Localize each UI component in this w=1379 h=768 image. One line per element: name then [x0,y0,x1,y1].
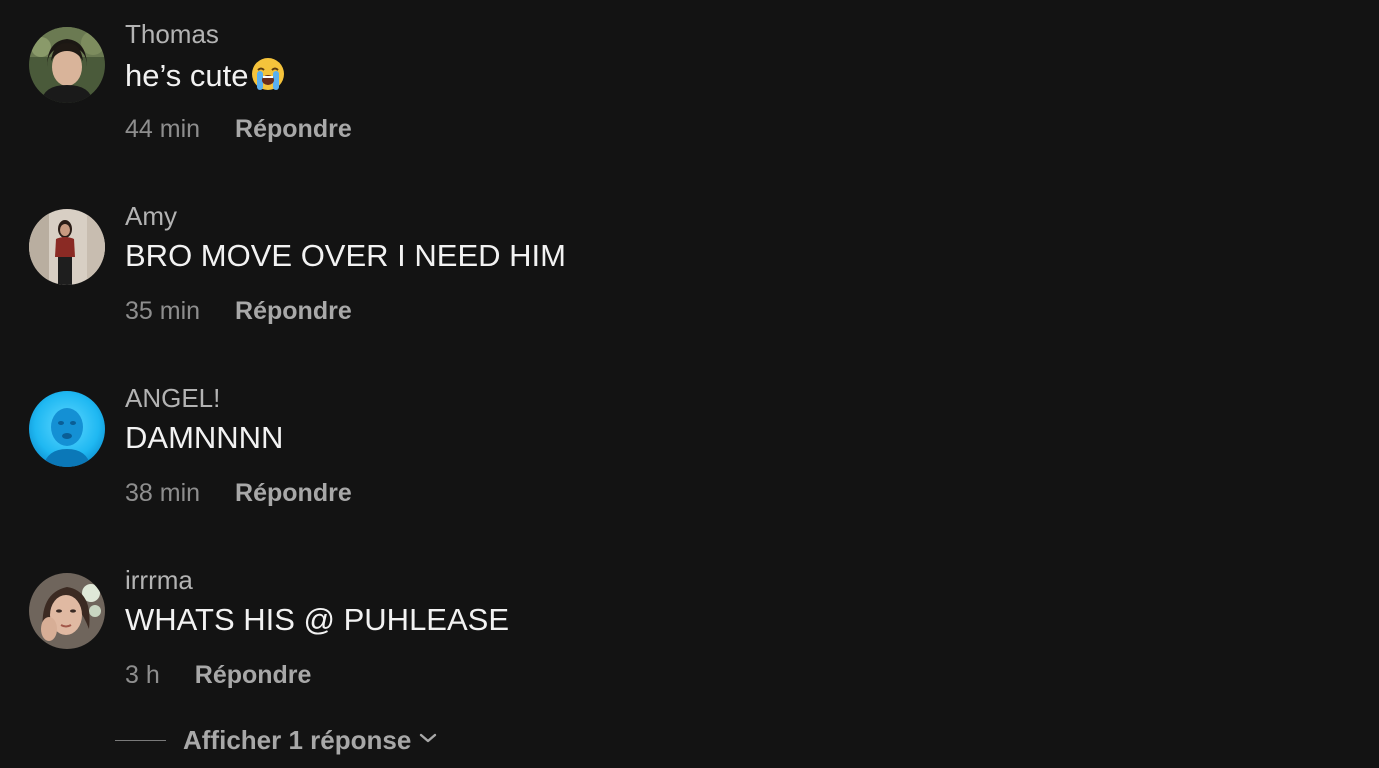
comment-meta: 3 h Répondre [125,661,311,690]
avatar[interactable] [29,573,105,649]
comment-text-content: he’s cute [125,58,249,93]
comment-time: 44 min [125,115,201,143]
divider-line [115,739,166,741]
comment-meta: 38 min Répondre [125,479,352,508]
show-replies-button[interactable]: Afficher 1 réponse [115,722,437,758]
comment-time: 35 min [125,297,201,325]
comment-meta: 44 min Répondre [125,115,352,144]
comment-username[interactable]: Amy [125,201,177,232]
comment-item: ANGEL! DAMNNNN 38 min Répondre [0,364,1379,524]
loudly-crying-face-icon [250,56,286,100]
comment-item: Amy BRO MOVE OVER I NEED HIM 35 min Répo… [0,182,1379,342]
comment-item: Thomas he’s cute 44 min Répondre [0,0,1379,160]
comment-username[interactable]: irrrma [125,565,193,596]
comment-username[interactable]: Thomas [125,19,219,50]
comment-text: WHATS HIS @ PUHLEASE [125,602,510,637]
comment-text: BRO MOVE OVER I NEED HIM [125,238,566,273]
avatar[interactable] [29,391,105,467]
comment-meta: 35 min Répondre [125,297,352,326]
comment-time: 3 h [125,661,160,689]
comment-username[interactable]: ANGEL! [125,383,220,414]
avatar[interactable] [29,27,105,103]
avatar[interactable] [29,209,105,285]
reply-button[interactable]: Répondre [195,661,312,690]
reply-button[interactable]: Répondre [235,115,352,144]
comment-time: 38 min [125,479,201,507]
comment-text: he’s cute [125,56,286,100]
chevron-down-icon [419,731,437,749]
reply-button[interactable]: Répondre [235,479,352,508]
comment-text: DAMNNNN [125,420,284,455]
reply-button[interactable]: Répondre [235,297,352,326]
show-replies-label: Afficher 1 réponse [183,724,412,755]
comment-list: Thomas he’s cute 44 min Répondre Amy BRO… [0,0,1379,768]
comment-item: irrrma WHATS HIS @ PUHLEASE 3 h Répondre [0,546,1379,706]
